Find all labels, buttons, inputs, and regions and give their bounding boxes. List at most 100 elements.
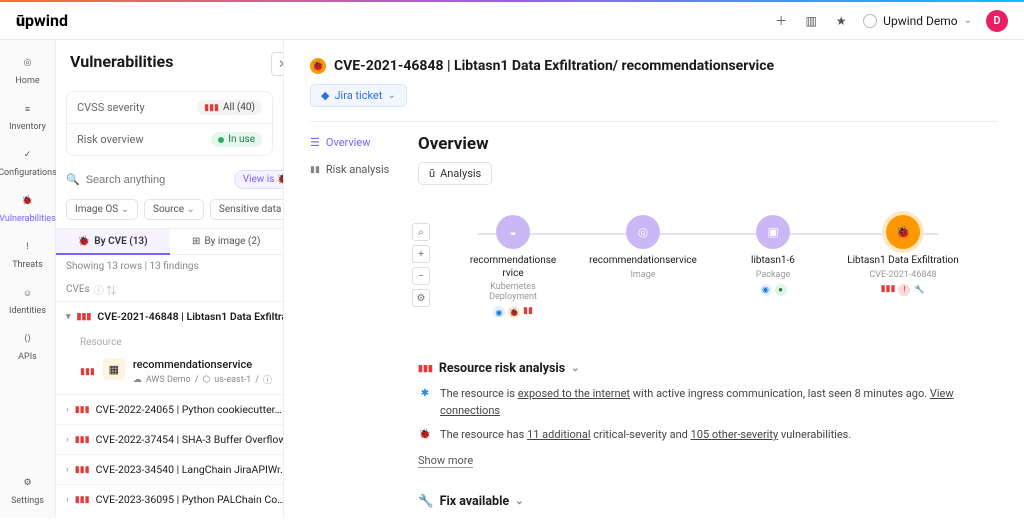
rail-apis[interactable]: ⟨⟩ APIs xyxy=(18,330,37,362)
chevron-down-icon: ▾ xyxy=(66,312,71,322)
detail-side-nav: ☰Overview ▮▮Risk analysis xyxy=(310,134,394,518)
alert-icon: ! xyxy=(19,238,37,256)
image-icon: ◎ xyxy=(626,215,660,249)
vulnerability-icon: 🐞 xyxy=(886,215,920,249)
row-count: Showing 13 rows | 13 findings xyxy=(56,255,283,278)
exposed-link[interactable]: exposed to the internet xyxy=(518,387,630,400)
jira-icon: ◆ xyxy=(321,89,329,102)
rail-configurations[interactable]: ✓ Configurations xyxy=(0,146,57,178)
panel-title: Vulnerabilities xyxy=(70,52,173,71)
rail-home[interactable]: ◎ Home xyxy=(15,54,39,86)
detail-panel: 🐞 CVE-2021-46848 | Libtasn1 Data Exfiltr… xyxy=(284,40,1024,518)
cve-row-title: CVE-2021-46848 | Libtasn1 Data Exfiltra… xyxy=(97,310,283,323)
bug-icon: 🐞 xyxy=(418,427,432,441)
cve-column-header: CVEs ⓘ ⇅ xyxy=(56,278,283,301)
chip-source[interactable]: Source ⌄ xyxy=(144,199,204,220)
jira-ticket-button[interactable]: ◆ Jira ticket ⌄ xyxy=(310,84,407,107)
cve-row[interactable]: ›▮▮▮CVE-2023-36095 | Python PALChain Co… xyxy=(56,484,283,514)
rail-apis-label: APIs xyxy=(18,352,37,362)
chevron-down-icon: ⌄ xyxy=(387,90,395,101)
fix-available-heading: 🔧 Fix available ⌄ xyxy=(418,494,998,509)
graph-node-cve[interactable]: 🐞 Libtasn1 Data Exfiltration CVE-2021-46… xyxy=(838,215,968,318)
risk-label: Risk overview xyxy=(77,133,144,146)
search-row: 🔍 View is 🐞 C… xyxy=(56,164,283,195)
rail-threats[interactable]: ! Threats xyxy=(12,238,43,270)
org-dot-icon xyxy=(863,14,877,28)
list-tabs: 🐞 By CVE (13) ⊞ By image (2) xyxy=(56,228,283,255)
rail-inventory-label: Inventory xyxy=(9,122,46,132)
code-icon: ⟨⟩ xyxy=(19,330,37,348)
rail-settings[interactable]: ⚙ Settings xyxy=(11,474,44,506)
deployment-icon: ◒ xyxy=(496,215,530,249)
globe-icon: ✱ xyxy=(418,386,432,400)
other-severity-link[interactable]: 105 other-severity xyxy=(691,428,779,441)
graph-node-deployment[interactable]: ◒ recommendationse rvice Kubernetes Depl… xyxy=(448,215,578,318)
resource-label: Resource xyxy=(56,331,283,352)
sliders-icon: ⚙ xyxy=(19,474,37,492)
resource-name: recommendationservice xyxy=(133,358,272,371)
risk-value-pill: In use xyxy=(211,132,262,147)
rail-settings-label: Settings xyxy=(11,496,44,506)
filters-box: CVSS severity ▮▮▮All (40) Risk overview … xyxy=(66,91,273,156)
filter-cvss[interactable]: CVSS severity ▮▮▮All (40) xyxy=(67,92,272,124)
risk-finding-exposed: ✱ The resource is exposed to the interne… xyxy=(418,386,998,419)
tab-by-image[interactable]: ⊞ By image (2) xyxy=(170,229,284,254)
package-icon: ▣ xyxy=(756,215,790,249)
show-more-link[interactable]: Show more xyxy=(418,454,473,468)
close-panel-button[interactable]: ✕ xyxy=(271,52,284,76)
severity-bars-icon: ▮▮▮ xyxy=(80,367,95,377)
cve-row-selected[interactable]: ▾ ▮▮▮ CVE-2021-46848 | Libtasn1 Data Exf… xyxy=(56,301,283,331)
rail-threats-label: Threats xyxy=(12,260,43,270)
topology-graph: ⌕ + − ⚙ ◒ recommendationse rvice Kuberne… xyxy=(418,215,998,335)
resource-meta: ☁AWS Demo / ⬡us-east-1 / ⓘ xyxy=(133,373,272,386)
rail-vulnerabilities[interactable]: 🐞 Vulnerabilities xyxy=(0,192,56,224)
inventory-icon: ≡ xyxy=(19,100,37,118)
chip-sensitive[interactable]: Sensitive data xyxy=(210,199,284,220)
overview-heading: Overview xyxy=(418,134,998,154)
top-header: pwind ＋ ▥ ★ Upwind Demo ⌄ D xyxy=(0,2,1024,40)
nav-overview[interactable]: ☰Overview xyxy=(310,134,394,151)
org-switcher[interactable]: Upwind Demo ⌄ xyxy=(863,14,972,28)
resource-item[interactable]: ▮▮▮ ▦ recommendationservice ☁AWS Demo / … xyxy=(56,352,283,394)
wrench-icon: 🔧 xyxy=(418,494,434,509)
resource-type-icon: ▦ xyxy=(103,358,125,380)
bars-icon: ▮▮ xyxy=(310,165,320,175)
cve-row[interactable]: ›▮▮▮CVE-2022-37454 | SHA-3 Buffer Overfl… xyxy=(56,424,283,454)
search-input[interactable] xyxy=(86,174,228,186)
rail-vuln-label: Vulnerabilities xyxy=(0,214,56,224)
home-icon: ◎ xyxy=(19,54,37,72)
graph-node-package[interactable]: ▣ libtasn1-6 Package ◉● xyxy=(708,215,838,318)
analysis-logo-icon: ū xyxy=(429,167,435,180)
cve-row[interactable]: ›▮▮▮CVE-2023-34540 | LangChain JiraAPIWr… xyxy=(56,454,283,484)
chevron-down-icon: ⌄ xyxy=(571,363,579,374)
chip-image-os[interactable]: Image OS ⌄ xyxy=(66,199,138,220)
nav-rail: ◎ Home ≡ Inventory ✓ Configurations 🐞 Vu… xyxy=(0,40,56,518)
chevron-down-icon: ⌄ xyxy=(515,496,523,507)
list-icon: ☰ xyxy=(310,136,320,149)
view-chip[interactable]: View is 🐞 C… xyxy=(234,170,284,189)
risk-analysis-heading: ▮▮▮ Resource risk analysis ⌄ xyxy=(418,361,998,376)
rail-inventory[interactable]: ≡ Inventory xyxy=(9,100,46,132)
cve-row[interactable]: ›▮▮▮CVE-2022-24065 | Python cookiecutter… xyxy=(56,394,283,424)
rail-home-label: Home xyxy=(15,76,39,86)
running-icon[interactable]: ★ xyxy=(833,13,849,29)
nav-risk-analysis[interactable]: ▮▮Risk analysis xyxy=(310,161,394,178)
additional-critical-link[interactable]: 11 additional xyxy=(527,428,590,441)
tab-by-cve[interactable]: 🐞 By CVE (13) xyxy=(56,229,170,254)
rail-identities-label: Identities xyxy=(9,306,46,316)
panels-icon[interactable]: ▥ xyxy=(803,13,819,29)
bug-icon: 🐞 xyxy=(19,192,37,210)
bars-icon: ▮▮▮ xyxy=(418,364,433,374)
search-icon: 🔍 xyxy=(66,173,80,186)
severity-bars-icon: ▮▮▮ xyxy=(77,312,92,322)
rail-identities[interactable]: ☺ Identities xyxy=(9,284,46,316)
plus-icon[interactable]: ＋ xyxy=(773,13,789,29)
user-avatar[interactable]: D xyxy=(986,10,1008,32)
bug-badge-icon: 🐞 xyxy=(310,58,326,74)
chevron-down-icon: ⌄ xyxy=(964,15,972,26)
filter-risk[interactable]: Risk overview In use xyxy=(67,124,272,155)
risk-finding-additional-cves: 🐞 The resource has 11 additional critica… xyxy=(418,427,998,444)
cvss-value-pill: ▮▮▮All (40) xyxy=(197,100,262,115)
analysis-button[interactable]: ū Analysis xyxy=(418,162,492,185)
graph-node-image[interactable]: ◎ recommendationservice Image xyxy=(578,215,708,318)
